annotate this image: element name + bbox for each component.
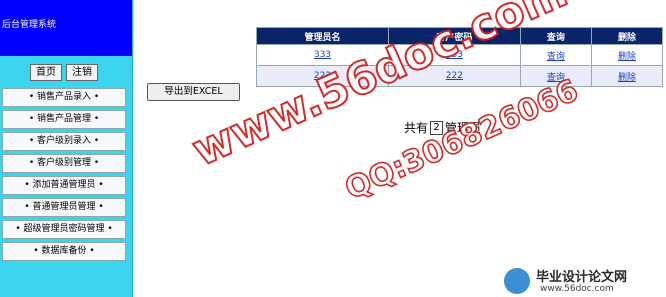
sidebar-title: 后台管理系统 xyxy=(2,20,57,30)
site-logo: 毕业设计论文网 www.56doc.com xyxy=(500,264,666,297)
sidebar-header: 后台管理系统 xyxy=(0,0,132,56)
menu-item-customer-level-manage[interactable]: • 客户级别管理 • xyxy=(2,154,126,173)
menu-item-db-backup[interactable]: • 数据库备份 • xyxy=(2,242,126,261)
menu-item-super-admin-password[interactable]: • 超级管理员密码管理 • xyxy=(2,220,126,239)
sidebar-menu: • 销售产品录入 • • 销售产品管理 • • 客户级别录入 • • 客户级别管… xyxy=(2,88,126,264)
menu-item-admin-manage[interactable]: • 普通管理员管理 • xyxy=(2,198,126,217)
logout-button[interactable]: 注销 xyxy=(66,64,98,81)
menu-item-customer-level-entry[interactable]: • 客户级别录入 • xyxy=(2,132,126,151)
summary-prefix: 共有 xyxy=(404,121,429,135)
menu-item-add-admin[interactable]: • 添加普通管理员 • xyxy=(2,176,126,195)
export-excel-button[interactable]: 导出到EXCEL xyxy=(147,83,240,101)
delete-link[interactable]: 删除 xyxy=(590,65,664,87)
logo-name: 毕业设计论文网 xyxy=(536,270,628,285)
logo-url: www.56doc.com xyxy=(540,284,614,294)
home-button[interactable]: 首页 xyxy=(30,64,62,81)
sidebar: 后台管理系统 首页 注销 • 销售产品录入 • • 销售产品管理 • • 客户级… xyxy=(0,0,133,297)
column-header-delete: 删除 xyxy=(590,27,664,45)
query-link[interactable]: 查询 xyxy=(519,44,592,66)
menu-item-product-manage[interactable]: • 销售产品管理 • xyxy=(2,110,126,129)
delete-link[interactable]: 删除 xyxy=(590,44,664,66)
sidebar-buttons: 首页 注销 xyxy=(30,64,98,81)
logo-globe-icon xyxy=(504,268,530,294)
menu-item-product-entry[interactable]: • 销售产品录入 • xyxy=(2,88,126,107)
column-header-admin-name: 管理员名 xyxy=(256,27,389,45)
